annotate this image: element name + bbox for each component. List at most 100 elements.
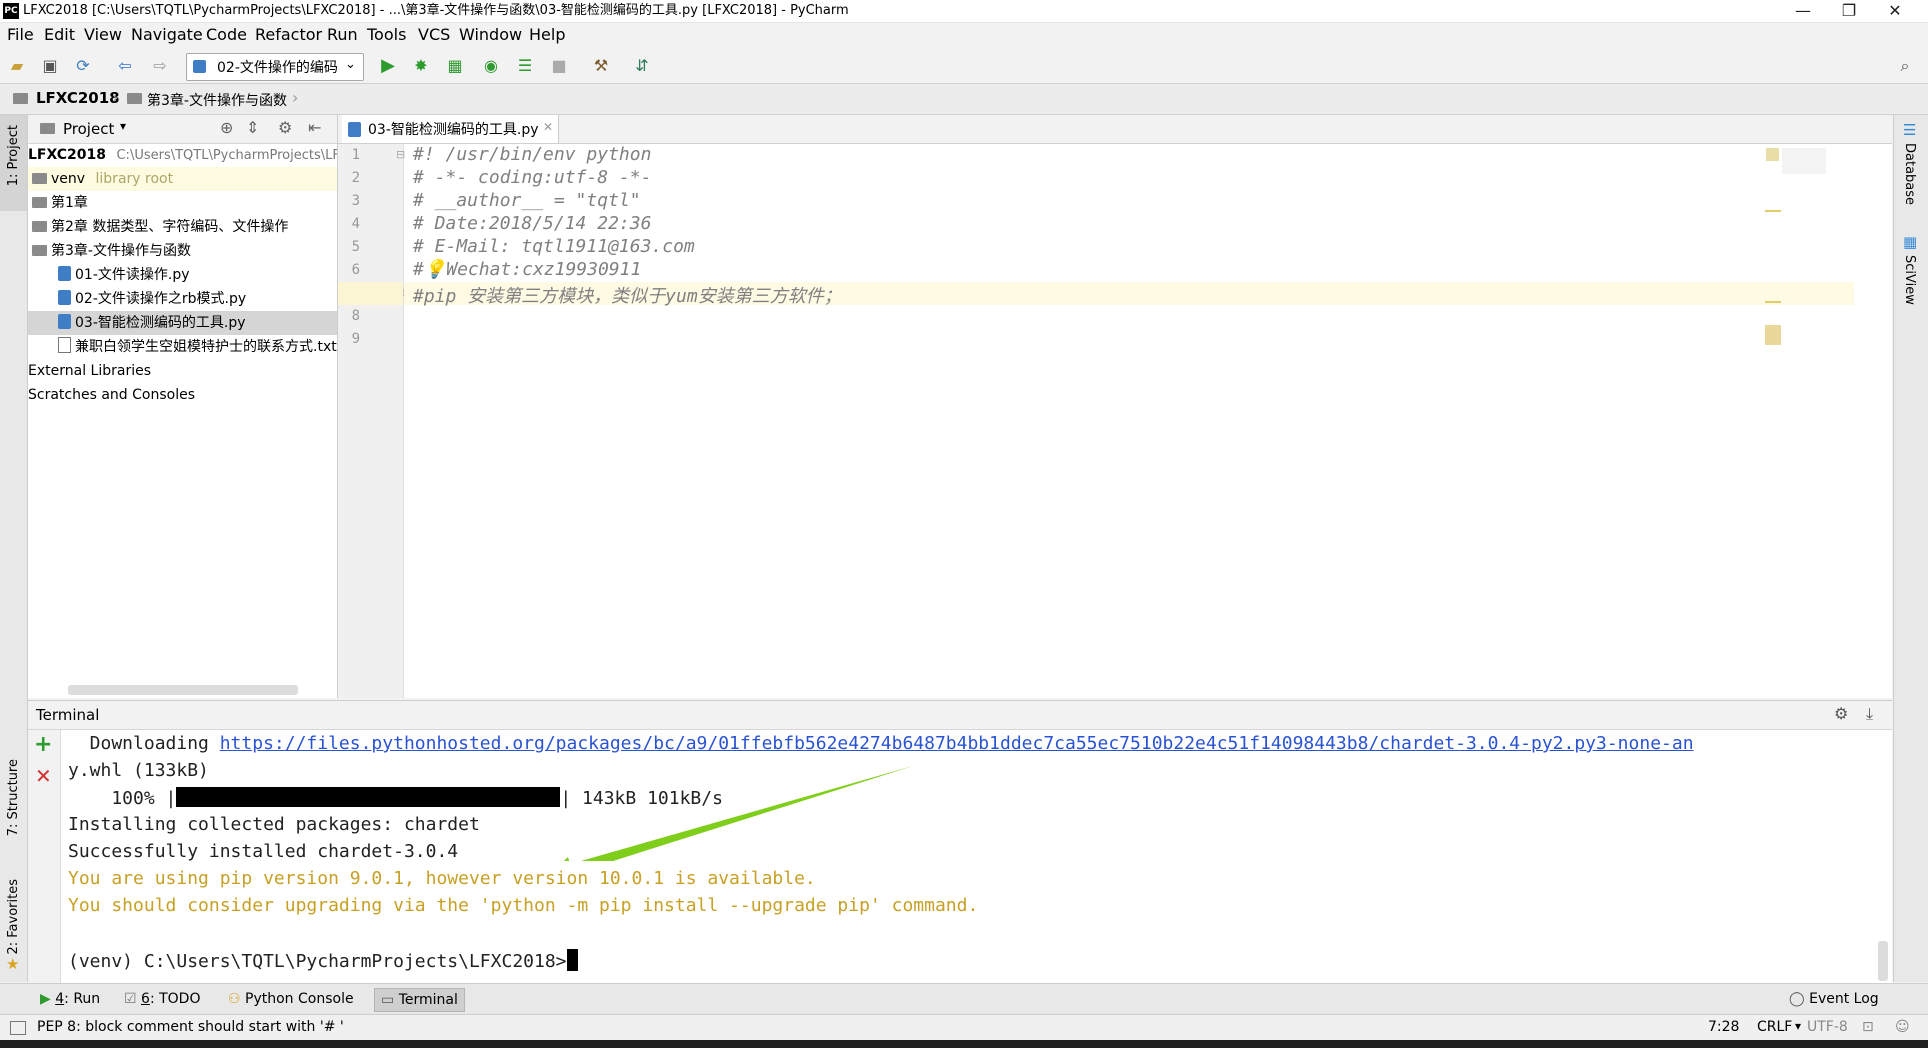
- forward-arrow-icon[interactable]: ⇨: [150, 56, 170, 76]
- horizontal-scrollbar[interactable]: [68, 685, 298, 695]
- concurrency-diagram-icon[interactable]: ☰: [515, 56, 535, 76]
- favorites-tool-tab[interactable]: 2: Favorites ★: [0, 875, 27, 975]
- warning-stripe[interactable]: [1765, 301, 1781, 303]
- tree-row-venv[interactable]: venv library root: [28, 167, 337, 191]
- save-all-icon[interactable]: ▣: [40, 56, 60, 76]
- menu-window[interactable]: Window: [459, 23, 522, 47]
- terminal-title: Terminal: [36, 706, 100, 724]
- toggle-tool-windows-icon[interactable]: [10, 1021, 26, 1035]
- scratches-label: Scratches and Consoles: [28, 387, 195, 403]
- line-separator[interactable]: CRLF: [1757, 1019, 1792, 1035]
- database-tool-tab[interactable]: ☰ Database: [1894, 119, 1928, 219]
- minimize-button[interactable]: —: [1780, 0, 1826, 22]
- stop-icon[interactable]: ■: [549, 56, 569, 76]
- external-libraries-label: External Libraries: [28, 363, 151, 379]
- menu-file[interactable]: File: [7, 23, 34, 47]
- project-panel-title[interactable]: Project: [63, 120, 114, 138]
- status-bar: PEP 8: block comment should start with '…: [0, 1014, 1928, 1041]
- sciview-tool-tab[interactable]: ▦ SciView: [1894, 231, 1928, 321]
- editor-tab-active[interactable]: 03-智能检测编码的工具.py ✕: [342, 115, 559, 143]
- status-message: PEP 8: block comment should start with '…: [37, 1019, 344, 1035]
- menu-help[interactable]: Help: [529, 23, 565, 47]
- menu-navigate[interactable]: Navigate: [131, 23, 203, 47]
- terminal-scrollbar[interactable]: [1878, 941, 1888, 981]
- terminal-tool-tab[interactable]: ▭ Terminal: [374, 988, 465, 1012]
- open-folder-icon[interactable]: ▰: [7, 56, 27, 76]
- todo-tool-tab[interactable]: ☑ 6: TODO: [118, 988, 206, 1010]
- code-line[interactable]: # -*- coding:utf-8 -*-: [413, 167, 651, 188]
- fold-marker-icon[interactable]: ⊟: [396, 148, 405, 161]
- menu-code[interactable]: Code: [206, 23, 247, 47]
- collapse-all-icon[interactable]: ⇕: [246, 118, 259, 137]
- code-line[interactable]: #💡Wechat:cxz19930911: [413, 259, 641, 280]
- breadcrumb-folder[interactable]: 第3章-文件操作与函数: [147, 90, 287, 110]
- close-button[interactable]: ✕: [1872, 0, 1918, 22]
- terminal-prompt-line[interactable]: (venv) C:\Users\TQTL\PycharmProjects\LFX…: [68, 949, 578, 972]
- tree-row-chapter3[interactable]: 第3章-文件操作与函数: [28, 239, 337, 263]
- chevron-down-icon[interactable]: ▾: [120, 119, 126, 133]
- menu-vcs[interactable]: VCS: [418, 23, 450, 47]
- code-line[interactable]: # Date:2018/5/14 22:36: [413, 213, 651, 234]
- tree-row-file[interactable]: 兼职白领学生空姐模特护士的联系方式.txt: [28, 335, 337, 359]
- inspection-indicator-icon[interactable]: [1766, 148, 1779, 161]
- close-session-icon[interactable]: ✕: [35, 764, 52, 788]
- run-coverage-icon[interactable]: ▦: [445, 56, 465, 76]
- run-icon[interactable]: ▶: [378, 56, 398, 76]
- structure-tool-tab[interactable]: 7: Structure: [0, 755, 27, 865]
- tree-row-scratches[interactable]: Scratches and Consoles: [28, 383, 337, 407]
- annotation-arrow-shaft: [580, 765, 916, 861]
- hide-panel-icon[interactable]: ⤓: [1866, 704, 1873, 724]
- close-tab-icon[interactable]: ✕: [543, 120, 553, 134]
- project-tool-tab[interactable]: 1: Project: [0, 115, 27, 211]
- restore-button[interactable]: ❐: [1826, 0, 1872, 22]
- back-arrow-icon[interactable]: ⇦: [115, 56, 135, 76]
- tree-row-root[interactable]: LFXC2018 C:\Users\TQTL\PycharmProjects\L…: [28, 143, 337, 167]
- python-console-icon: ⚇: [228, 991, 241, 1007]
- event-log-tool-tab[interactable]: ◯ Event Log: [1783, 988, 1885, 1010]
- menu-refactor[interactable]: Refactor: [255, 23, 322, 47]
- menu-edit[interactable]: Edit: [44, 23, 75, 47]
- menu-view[interactable]: View: [84, 23, 122, 47]
- menu-tools[interactable]: Tools: [367, 23, 406, 47]
- download-link[interactable]: https://files.pythonhosted.org/packages/…: [220, 733, 1694, 754]
- breadcrumb-project[interactable]: LFXC2018: [36, 89, 120, 107]
- lock-icon[interactable]: ⊡: [1862, 1019, 1874, 1035]
- navigation-bar: LFXC2018 › 第3章-文件操作与函数 ›: [0, 84, 1928, 115]
- tree-row-file-selected[interactable]: 03-智能检测编码的工具.py: [28, 311, 337, 335]
- run-tool-tab[interactable]: ▶ 4: Run: [34, 988, 106, 1010]
- tree-row-file[interactable]: 01-文件读操作.py: [28, 263, 337, 287]
- terminal-warning-line: You should consider upgrading via the 'p…: [68, 895, 979, 916]
- code-line[interactable]: # E-Mail: tqtl1911@163.com: [413, 236, 695, 257]
- inspector-icon[interactable]: ☺: [1895, 1019, 1910, 1035]
- bottom-tool-tabs: ▶ 4: Run ☑ 6: TODO ⚇ Python Console ▭ Te…: [0, 983, 1928, 1014]
- menu-run[interactable]: Run: [327, 23, 358, 47]
- file-encoding[interactable]: UTF-8: [1807, 1019, 1848, 1035]
- caret-position[interactable]: 7:28: [1708, 1019, 1739, 1035]
- new-session-icon[interactable]: +: [34, 732, 52, 757]
- vcs-icon[interactable]: ⇵: [632, 56, 652, 76]
- python-console-tool-tab[interactable]: ⚇ Python Console: [222, 988, 360, 1010]
- tree-row-chapter1[interactable]: 第1章: [28, 191, 337, 215]
- warning-stripe[interactable]: [1765, 210, 1781, 212]
- todo-tab-key: 6: [141, 991, 150, 1007]
- tree-row-external-libraries[interactable]: External Libraries: [28, 359, 337, 383]
- code-line[interactable]: # __author__ = "tqtl": [413, 190, 641, 211]
- line-number: 3: [351, 193, 360, 209]
- gear-icon[interactable]: ⚙: [1834, 704, 1848, 723]
- tree-row-chapter2[interactable]: 第2章 数据类型、字符编码、文件操作: [28, 215, 337, 239]
- code-line[interactable]: #! /usr/bin/env python: [413, 144, 651, 165]
- gear-icon[interactable]: ⚙: [278, 118, 292, 137]
- synchronize-icon[interactable]: ⟳: [73, 56, 93, 76]
- chapter3-label: 第3章-文件操作与函数: [51, 243, 191, 259]
- code-line[interactable]: #pip 安装第三方模块，类似于yum安装第三方软件；: [413, 282, 842, 308]
- sciview-tool-tab-label: SciView: [1902, 255, 1917, 305]
- debug-icon[interactable]: ✸: [411, 56, 431, 76]
- search-everywhere-icon[interactable]: ⌕: [1895, 56, 1915, 76]
- project-structure-icon[interactable]: ⚒: [591, 56, 611, 76]
- tree-row-file[interactable]: 02-文件读操作之rb模式.py: [28, 287, 337, 311]
- hide-panel-icon[interactable]: ⇤: [308, 118, 321, 137]
- scroll-marker[interactable]: [1765, 325, 1781, 345]
- profile-icon[interactable]: ◉: [481, 56, 501, 76]
- scroll-from-source-icon[interactable]: ⊕: [220, 118, 233, 137]
- run-configuration-select[interactable]: 02-文件操作的编码 ⌄: [186, 53, 364, 81]
